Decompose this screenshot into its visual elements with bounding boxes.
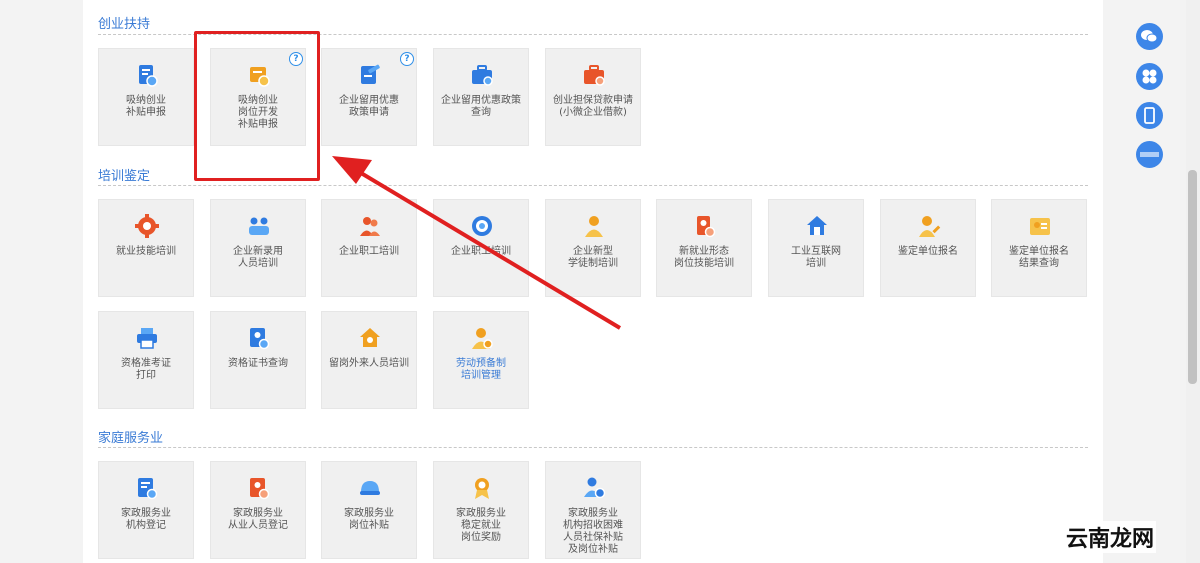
service-badge-icon[interactable] xyxy=(1136,141,1163,168)
watermark: 云南龙网 xyxy=(1064,521,1157,553)
scrollbar-thumb[interactable] xyxy=(1188,170,1197,384)
mobile-icon[interactable] xyxy=(1136,102,1163,129)
annotation-arrow xyxy=(332,156,622,330)
wechat-icon[interactable] xyxy=(1136,23,1163,50)
mini-program-icon[interactable] xyxy=(1136,63,1163,90)
scrollbar[interactable] xyxy=(1186,0,1200,563)
